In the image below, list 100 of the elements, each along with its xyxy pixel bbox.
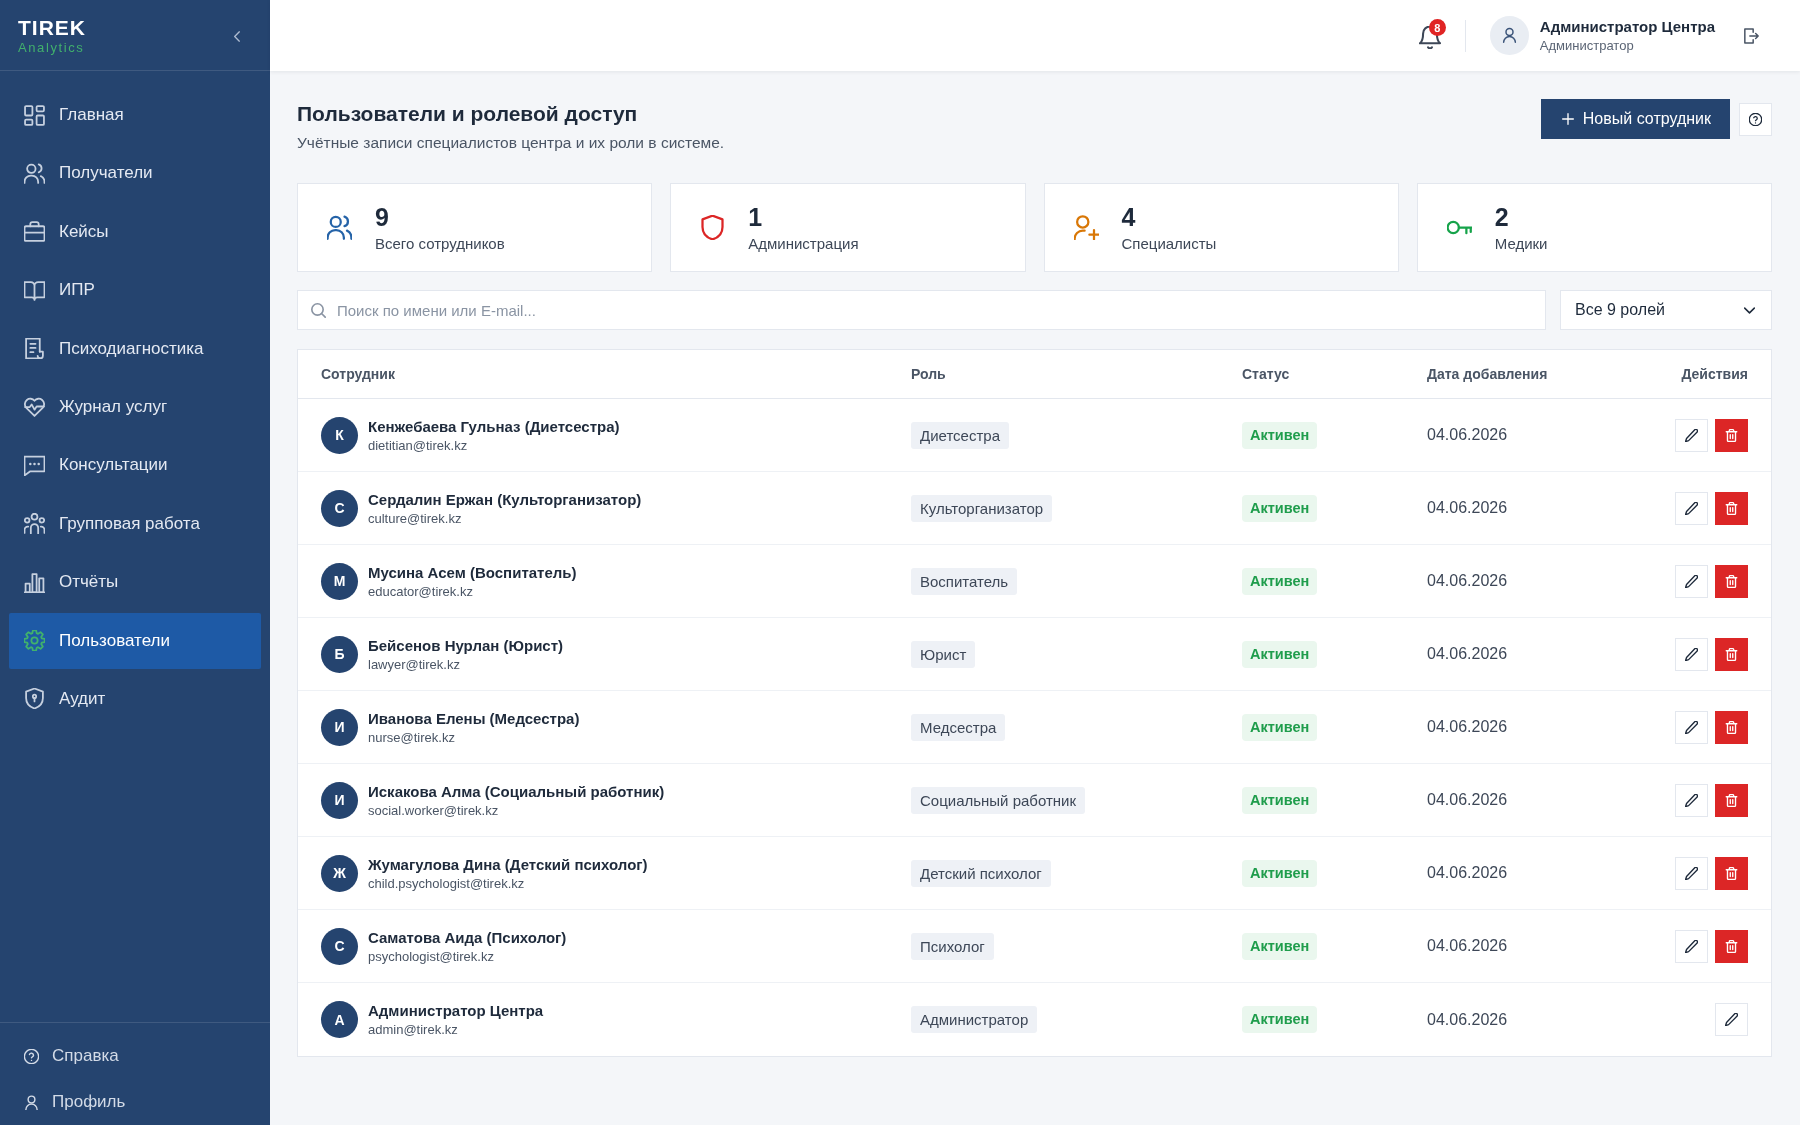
status-badge: Активен — [1242, 567, 1318, 595]
employee-email: social.worker@tirek.kz — [368, 802, 499, 819]
briefcase-icon — [24, 221, 45, 243]
delete-button[interactable] — [1715, 491, 1748, 525]
user-name: Администратор Центра — [1539, 18, 1715, 36]
trash-icon — [1725, 574, 1738, 588]
role-badge: Юрист — [911, 640, 976, 668]
new-employee-button[interactable]: Новый сотрудник — [1540, 99, 1730, 139]
pencil-icon — [1685, 428, 1698, 442]
edit-button[interactable] — [1675, 929, 1708, 963]
employee-name: Бейсенов Нурлан (Юрист) — [368, 635, 564, 655]
employee-name: Искакова Алма (Социальный работник) — [368, 781, 665, 801]
employee-name: Иванова Елены (Медсестра) — [368, 708, 580, 728]
pencil-icon — [1685, 793, 1698, 807]
employee-email: lawyer@tirek.kz — [368, 656, 460, 673]
pencil-icon — [1685, 647, 1698, 661]
edit-button[interactable] — [1675, 564, 1708, 598]
nav-item[interactable]: Отчёты — [9, 554, 261, 611]
nav-item[interactable]: Аудит — [9, 670, 261, 727]
trash-icon — [1725, 428, 1738, 442]
edit-button[interactable] — [1675, 637, 1708, 671]
status-badge: Активен — [1242, 494, 1318, 522]
edit-button[interactable] — [1675, 491, 1708, 525]
nav-item[interactable]: Главная — [9, 87, 261, 143]
user-icon — [24, 1094, 39, 1110]
user-avatar: И — [321, 781, 358, 819]
nav-item[interactable]: Получатели — [9, 145, 261, 202]
delete-button[interactable] — [1715, 710, 1748, 744]
nav-item[interactable]: Групповая работа — [9, 495, 261, 552]
document-icon — [24, 338, 45, 360]
nav-item[interactable]: Психодиагностика — [9, 320, 261, 377]
user-avatar: Ж — [321, 854, 358, 892]
bell-icon[interactable] — [1418, 26, 1441, 49]
employee-email: culture@tirek.kz — [368, 510, 462, 527]
group-icon — [24, 513, 45, 535]
search-field[interactable]: Поиск по имени или E-mail... — [297, 290, 1546, 330]
edit-button[interactable] — [1715, 1003, 1748, 1036]
user-avatar: М — [321, 562, 358, 600]
employee-email: nurse@tirek.kz — [368, 729, 455, 746]
trash-icon — [1725, 720, 1738, 734]
delete-button[interactable] — [1715, 929, 1748, 963]
page-subtitle: Учётные записи специалистов центра и их роли в системе. — [297, 133, 725, 153]
pencil-icon — [1685, 720, 1698, 734]
heart-pulse-icon — [24, 396, 45, 418]
role-badge: Медсестра — [911, 713, 1006, 741]
delete-button[interactable] — [1715, 564, 1748, 598]
delete-button[interactable] — [1715, 856, 1748, 890]
delete-button[interactable] — [1715, 783, 1748, 817]
nav-item[interactable]: Консультации — [9, 437, 261, 494]
stat-label: Медики — [1494, 234, 1548, 253]
user-avatar: Б — [321, 635, 358, 673]
status-badge: Активен — [1242, 932, 1318, 960]
column-header: Статус — [1242, 366, 1290, 382]
trash-icon — [1725, 793, 1738, 807]
employee-name: Мусина Асем (Воспитатель) — [368, 562, 577, 582]
nav-item[interactable]: Пользователи — [9, 612, 261, 669]
nav-item[interactable]: Справка — [0, 1033, 127, 1079]
stat-value: 4 — [1121, 202, 1137, 231]
logo-title: TIREK — [18, 17, 86, 38]
added-date: 04.06.2026 — [1427, 1010, 1508, 1029]
employee-name: Администратор Центра — [368, 1001, 544, 1020]
book-icon — [24, 279, 45, 301]
chevron-left-icon[interactable] — [234, 30, 240, 42]
user-avatar: С — [321, 927, 358, 965]
plus-icon — [1561, 113, 1574, 125]
employee-email: dietitian@tirek.kz — [368, 437, 468, 454]
edit-button[interactable] — [1675, 856, 1708, 890]
nav-item[interactable]: Журнал услуг — [9, 378, 261, 435]
status-badge: Активен — [1242, 859, 1318, 887]
pencil-icon — [1725, 1013, 1738, 1026]
help-button[interactable] — [1739, 102, 1772, 136]
nav-item[interactable]: Профиль — [0, 1079, 134, 1125]
delete-button[interactable] — [1715, 418, 1748, 452]
trash-icon — [1725, 939, 1738, 953]
delete-button[interactable] — [1715, 637, 1748, 671]
status-badge: Активен — [1242, 1006, 1318, 1033]
edit-button[interactable] — [1675, 783, 1708, 817]
added-date: 04.06.2026 — [1427, 791, 1508, 809]
logout-icon[interactable] — [1744, 27, 1759, 44]
added-date: 04.06.2026 — [1427, 718, 1508, 736]
pencil-icon — [1685, 501, 1698, 515]
settings-icon — [24, 630, 45, 651]
column-header: Сотрудник — [321, 366, 395, 382]
user-avatar: А — [321, 1001, 358, 1038]
edit-button[interactable] — [1675, 710, 1708, 744]
nav-item[interactable]: ИПР — [9, 262, 261, 319]
role-select[interactable]: Все 9 ролей — [1560, 290, 1772, 330]
edit-button[interactable] — [1675, 418, 1708, 452]
pencil-icon — [1685, 939, 1698, 953]
role-badge: Детский психолог — [911, 859, 1051, 887]
help-icon — [24, 1048, 39, 1064]
employee-name: Сердалин Ержан (Культорганизатор) — [368, 489, 642, 509]
stat-label: Всего сотрудников — [375, 234, 505, 253]
notification-badge: 8 — [1428, 19, 1446, 36]
added-date: 04.06.2026 — [1427, 426, 1508, 444]
avatar-icon — [1489, 16, 1529, 55]
employee-email: admin@tirek.kz — [368, 1022, 458, 1038]
column-header: Дата добавления — [1427, 366, 1548, 382]
nav-item[interactable]: Кейсы — [9, 203, 261, 260]
role-badge: Социальный работник — [911, 786, 1086, 814]
